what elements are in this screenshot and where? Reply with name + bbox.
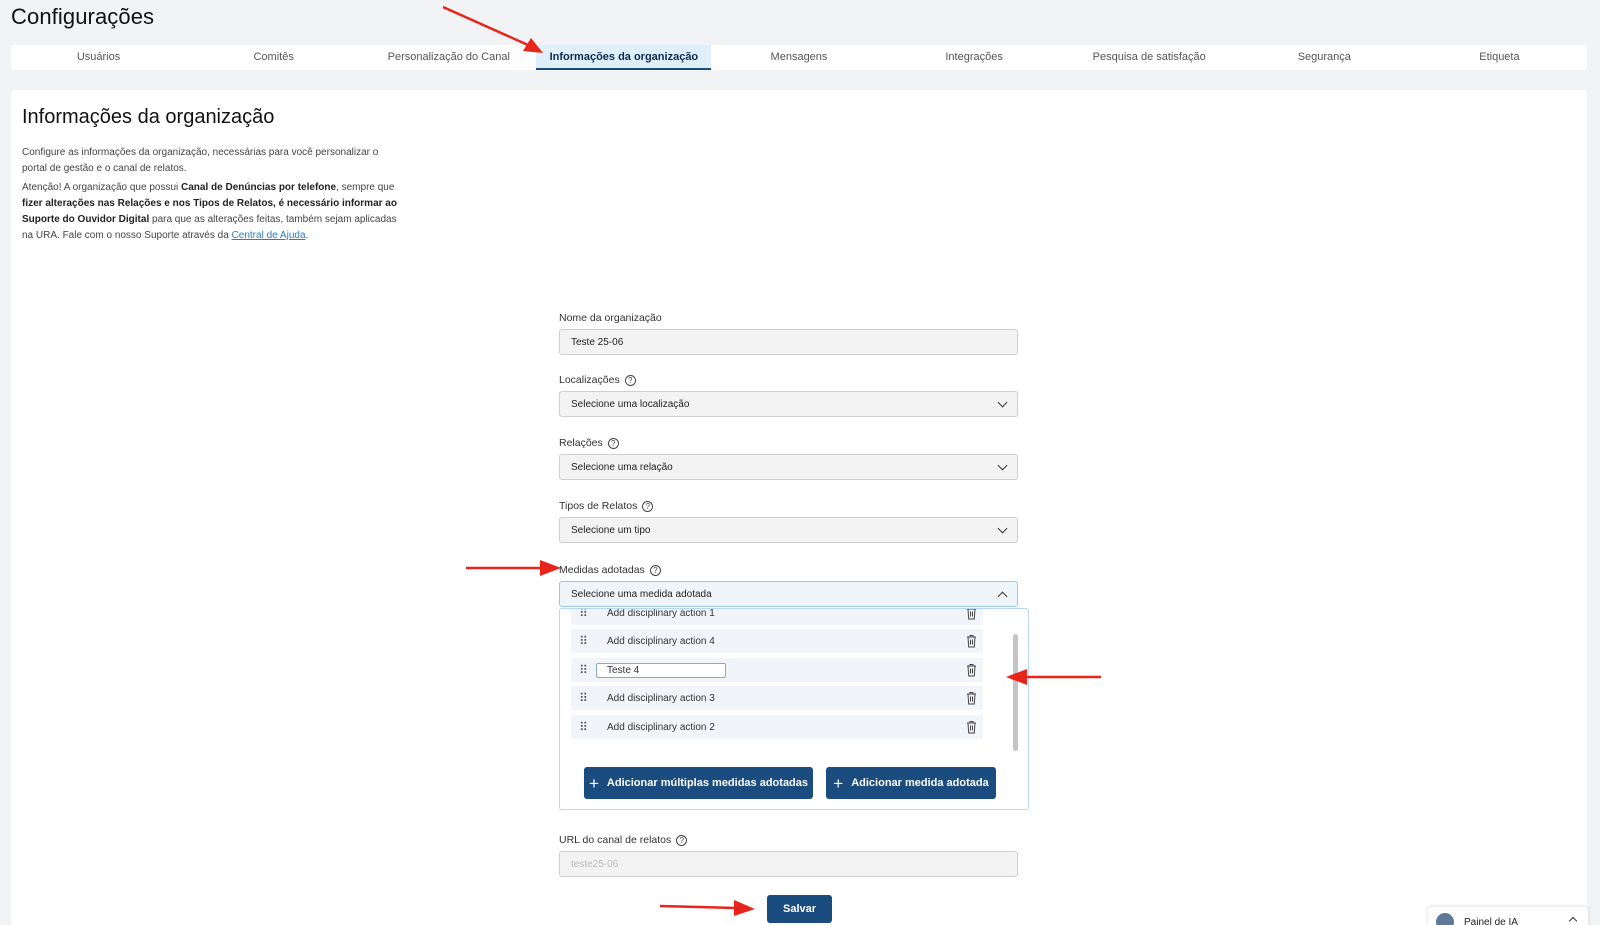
url-group: URL do canal de relatos? teste25-06 [559, 833, 1018, 877]
list-scrollbar[interactable] [1013, 634, 1018, 751]
trash-icon[interactable] [966, 691, 977, 705]
section-warning: Atenção! A organização que possui Canal … [22, 182, 397, 241]
add-measure-button[interactable]: + Adicionar medida adotada [826, 767, 996, 799]
report-types-label: Tipos de Relatos? [559, 499, 1018, 513]
help-icon[interactable]: ? [607, 437, 619, 449]
drag-handle-icon[interactable]: ⠿ [571, 691, 595, 705]
help-icon[interactable]: ? [624, 374, 636, 386]
tab-etiqueta[interactable]: Etiqueta [1412, 45, 1587, 70]
trash-icon[interactable] [966, 608, 977, 620]
relations-label: Relações? [559, 436, 1018, 450]
list-item[interactable]: ⠿ Add disciplinary action 1 [571, 608, 983, 625]
section-title: Informações da organização [22, 106, 275, 128]
tab-seguranca[interactable]: Segurança [1237, 45, 1412, 70]
list-item[interactable]: ⠿ Teste 4 [571, 658, 983, 682]
plus-icon: + [833, 773, 844, 793]
tab-informacoes-organizacao[interactable]: Informações da organização [536, 45, 712, 70]
annotation-arrow-icon [659, 900, 755, 916]
drag-handle-icon[interactable]: ⠿ [571, 663, 595, 677]
chevron-down-icon [997, 397, 1008, 407]
tab-pesquisa-satisfacao[interactable]: Pesquisa de satisfação [1062, 45, 1237, 70]
url-label: URL do canal de relatos? [559, 833, 1018, 847]
measures-dropdown-panel: ⠿ Add disciplinary action 1 ⠿ Add discip… [559, 608, 1029, 810]
annotation-arrow-icon [442, 5, 543, 53]
avatar [1436, 913, 1454, 925]
section-description: Configure as informações da organização,… [22, 147, 379, 174]
locations-group: Localizações? Selecione uma localização [559, 373, 1018, 417]
org-name-label: Nome da organização [559, 312, 662, 324]
locations-label: Localizações? [559, 373, 1018, 387]
list-item[interactable]: ⠿ Add disciplinary action 2 [571, 715, 983, 739]
measure-edit-input[interactable]: Teste 4 [596, 662, 726, 678]
report-types-select[interactable]: Selecione um tipo [559, 517, 1018, 543]
chevron-down-icon [997, 460, 1008, 470]
report-types-group: Tipos de Relatos? Selecione um tipo [559, 499, 1018, 543]
chevron-up-icon [1568, 916, 1578, 925]
url-input: teste25-06 [559, 851, 1018, 877]
relations-select[interactable]: Selecione uma relação [559, 454, 1018, 480]
tab-comites[interactable]: Comitês [186, 45, 361, 70]
trash-icon[interactable] [966, 720, 977, 734]
tab-usuarios[interactable]: Usuários [11, 45, 186, 70]
tab-integracoes[interactable]: Integrações [887, 45, 1062, 70]
measures-label: Medidas adotadas? [559, 563, 1018, 577]
help-icon[interactable]: ? [676, 834, 688, 846]
help-icon[interactable]: ? [649, 564, 661, 576]
locations-select[interactable]: Selecione uma localização [559, 391, 1018, 417]
org-name-group: Nome da organização Teste 25-06 [559, 311, 1018, 355]
save-button[interactable]: Salvar [767, 895, 832, 923]
chevron-down-icon [997, 523, 1008, 533]
drag-handle-icon[interactable]: ⠿ [571, 634, 595, 648]
annotation-arrow-icon [466, 560, 561, 576]
measures-select[interactable]: Selecione uma medida adotada [559, 581, 1018, 607]
ai-panel-toggle[interactable]: Painel de IA [1428, 907, 1588, 925]
trash-icon[interactable] [966, 634, 977, 648]
trash-icon[interactable] [966, 663, 977, 677]
help-center-link[interactable]: Central de Ajuda [232, 230, 306, 241]
settings-tabs: Usuários Comitês Personalização do Canal… [11, 45, 1587, 70]
add-multiple-measures-button[interactable]: + Adicionar múltiplas medidas adotadas [584, 767, 813, 799]
tab-mensagens[interactable]: Mensagens [711, 45, 886, 70]
relations-group: Relações? Selecione uma relação [559, 436, 1018, 480]
drag-handle-icon[interactable]: ⠿ [571, 609, 595, 620]
help-icon[interactable]: ? [642, 500, 654, 512]
drag-handle-icon[interactable]: ⠿ [571, 720, 595, 734]
org-name-input[interactable]: Teste 25-06 [559, 329, 1018, 355]
plus-icon: + [588, 773, 599, 793]
list-item[interactable]: ⠿ Add disciplinary action 3 [571, 686, 983, 710]
annotation-arrow-icon [1006, 669, 1101, 685]
chevron-up-icon [997, 591, 1008, 601]
measures-group: Medidas adotadas? Selecione uma medida a… [559, 563, 1018, 607]
list-item[interactable]: ⠿ Add disciplinary action 4 [571, 629, 983, 653]
page-title: Configurações [11, 4, 155, 29]
